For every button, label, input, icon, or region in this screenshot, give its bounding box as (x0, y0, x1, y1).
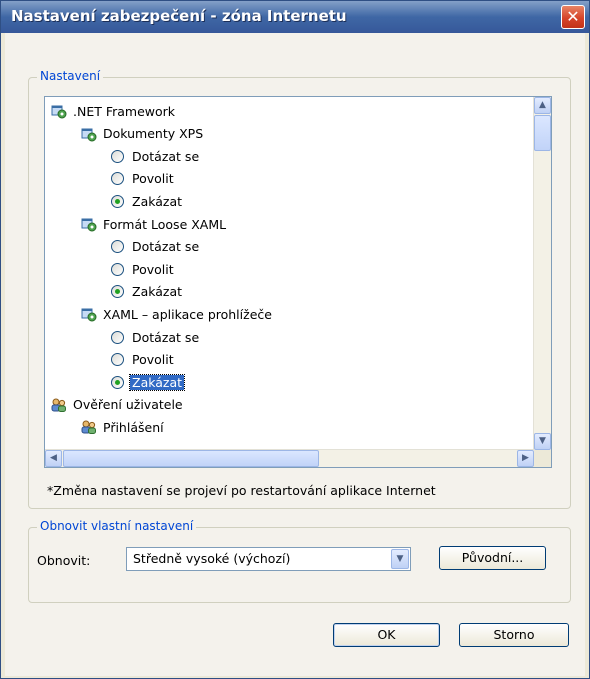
tree-item-label: Povolit (132, 261, 174, 277)
tree-radio-option[interactable]: Dotázat se (111, 146, 201, 166)
cancel-button[interactable]: Storno (459, 623, 569, 647)
users-icon (81, 419, 97, 434)
dropdown-button[interactable]: ▼ (391, 549, 409, 569)
radio-unchecked-icon[interactable] (111, 149, 124, 163)
chevron-down-icon: ▼ (396, 554, 404, 564)
scroll-left-button[interactable]: ◀ (45, 450, 62, 467)
gear-settings-icon (81, 216, 97, 232)
tree-item-label: .NET Framework (73, 103, 176, 119)
chevron-up-icon: ▲ (539, 100, 546, 110)
radio-unchecked-icon[interactable] (111, 240, 124, 254)
tree-category[interactable]: Přihlášení (81, 417, 166, 434)
chevron-left-icon: ◀ (50, 453, 57, 463)
tree-category[interactable]: Formát Loose XAML (81, 214, 228, 234)
tree-item-label: Ověření uživatele (73, 397, 183, 413)
scroll-right-button[interactable]: ▶ (517, 450, 534, 467)
chevron-right-icon: ▶ (522, 453, 529, 463)
tree-category[interactable]: Ověření uživatele (51, 395, 185, 415)
vertical-scrollbar[interactable]: ▲ ▼ (533, 97, 551, 450)
tree-item-label: Dokumenty XPS (103, 126, 204, 142)
reset-default-button[interactable]: Původní... (439, 546, 546, 570)
radio-unchecked-icon[interactable] (111, 330, 124, 344)
scroll-down-button[interactable]: ▼ (534, 433, 551, 450)
tree-item-label: Formát Loose XAML (103, 216, 227, 232)
radio-checked-icon[interactable] (111, 194, 124, 208)
horizontal-scroll-thumb[interactable] (63, 450, 319, 467)
window-title: Nastavení zabezpečení - zóna Internetu (11, 7, 347, 25)
tree-item-label: Přihlášení (103, 419, 164, 434)
close-icon: ✕ (566, 7, 580, 26)
tree-item-label: Zakázat (128, 373, 186, 391)
horizontal-scrollbar[interactable]: ◀ ▶ (45, 449, 534, 467)
reset-level-value: Středně vysoké (výchozí) (133, 551, 291, 566)
tree-item-label: Dotázat se (132, 148, 200, 164)
tree-radio-option[interactable]: Dotázat se (111, 327, 201, 347)
tree-radio-option[interactable]: Dotázat se (111, 237, 201, 257)
reset-level-label: Obnovit: (37, 553, 91, 568)
vertical-scroll-thumb[interactable] (534, 115, 551, 151)
reset-level-select[interactable]: Středně vysoké (výchozí) ▼ (126, 547, 411, 571)
reset-group-label: Obnovit vlastní nastavení (37, 519, 197, 533)
scroll-corner (534, 450, 551, 467)
restart-note: *Změna nastavení se projeví po restartov… (47, 483, 436, 498)
tree-item-label: Dotázat se (132, 239, 200, 255)
radio-checked-icon[interactable] (111, 285, 124, 299)
gear-settings-icon (81, 126, 97, 142)
gear-settings-icon (51, 103, 67, 119)
tree-category[interactable]: XAML – aplikace prohlížeče (81, 304, 274, 324)
radio-dot-icon (115, 379, 120, 385)
radio-checked-icon[interactable] (111, 375, 124, 389)
tree-radio-option[interactable]: Zakázat (111, 282, 184, 302)
tree-item-label: Dotázat se (132, 329, 200, 345)
scroll-up-button[interactable]: ▲ (534, 97, 551, 114)
ok-button[interactable]: OK (333, 623, 440, 647)
tree-item-label: Povolit (132, 171, 174, 187)
settings-tree-content: .NET Framework Dokumenty XPS Dotázat se Pov… (45, 97, 517, 434)
radio-dot-icon (115, 198, 120, 204)
title-bar[interactable]: Nastavení zabezpečení - zóna Internetu ✕ (1, 1, 589, 33)
radio-unchecked-icon[interactable] (111, 172, 124, 186)
tree-category[interactable]: Dokumenty XPS (81, 124, 205, 144)
radio-unchecked-icon[interactable] (111, 353, 124, 367)
tree-item-label: Zakázat (132, 193, 183, 209)
settings-tree[interactable]: .NET Framework Dokumenty XPS Dotázat se Pov… (44, 96, 552, 468)
gear-settings-icon (81, 306, 97, 322)
close-button[interactable]: ✕ (561, 5, 585, 29)
users-icon (51, 397, 67, 413)
tree-radio-option[interactable]: Povolit (111, 169, 176, 189)
settings-group-label: Nastavení (37, 69, 104, 83)
radio-dot-icon (115, 289, 120, 295)
radio-unchecked-icon[interactable] (111, 262, 124, 276)
tree-category[interactable]: .NET Framework (51, 101, 177, 121)
tree-radio-option[interactable]: Zakázat (111, 191, 184, 211)
tree-item-label: Povolit (132, 352, 174, 368)
tree-item-label: Zakázat (132, 284, 183, 300)
security-settings-dialog: Nastavení zabezpečení - zóna Internetu ✕… (0, 0, 590, 679)
tree-radio-option[interactable]: Povolit (111, 259, 176, 279)
tree-radio-option[interactable]: Povolit (111, 350, 176, 370)
chevron-down-icon: ▼ (539, 436, 546, 446)
tree-item-label: XAML – aplikace prohlížeče (103, 306, 272, 322)
tree-radio-option[interactable]: Zakázat (111, 372, 186, 392)
